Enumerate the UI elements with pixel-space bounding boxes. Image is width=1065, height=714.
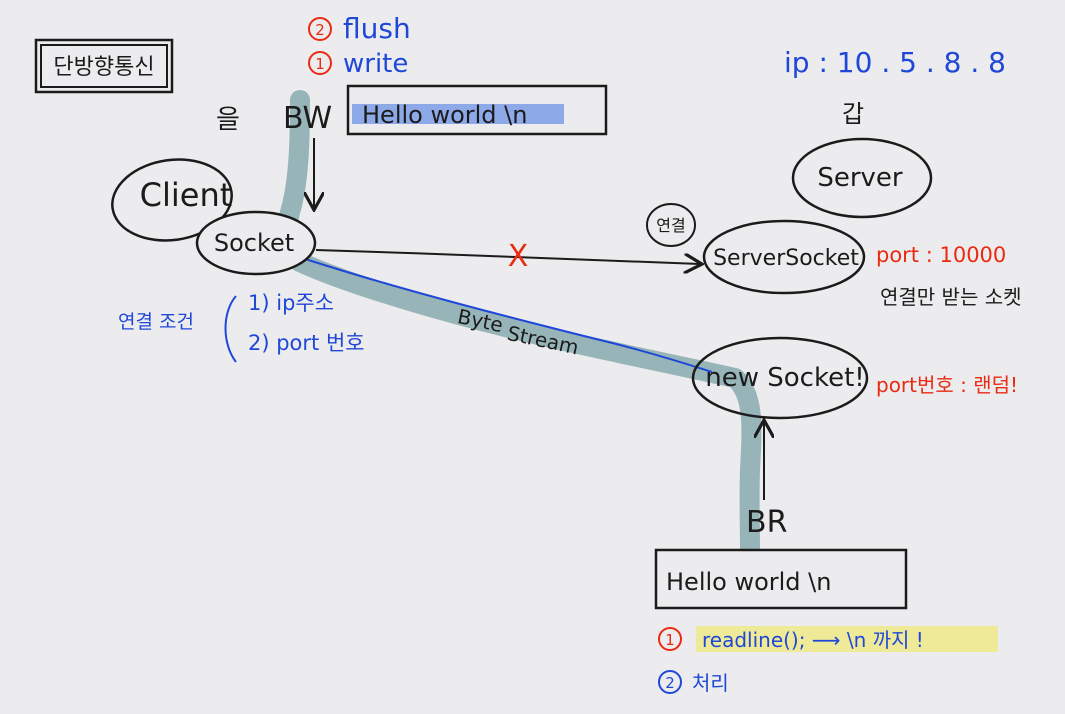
title-text: 단방향통신: [53, 55, 154, 80]
step-flush-num: 2: [315, 21, 325, 39]
title-box: 단방향통신: [34, 38, 174, 94]
step-flush-text: flush: [343, 12, 411, 45]
server-port: port : 10000: [876, 243, 1006, 267]
whiteboard-diagram: 단방향통신 2 flush 1 write 을 BW Hello world \…: [34, 12, 1022, 695]
client-label: Client: [140, 176, 233, 214]
cross-mark: X: [508, 239, 529, 274]
step-process-text: 처리: [692, 671, 729, 695]
step-readline-text: readline(); ⟶ \n 까지 !: [702, 628, 924, 652]
step-write-text: write: [343, 49, 408, 79]
particle-label: 을: [216, 105, 240, 135]
new-socket-label: new Socket!: [705, 363, 864, 393]
conditions-label: 연결 조건: [118, 311, 194, 333]
server-node: Server: [791, 137, 933, 219]
stream-label-byte: Byte: [456, 304, 506, 337]
serversocket-label: ServerSocket: [713, 246, 859, 271]
bw-label: BW: [283, 101, 332, 136]
write-buffer-text: Hello world \n: [362, 101, 527, 129]
socket-node: Socket: [195, 210, 317, 276]
server-suffix: 갑: [842, 100, 864, 128]
connect-node: 연결: [646, 203, 696, 247]
bottom-steps: 1 readline(); ⟶ \n 까지 ! 2 처리: [658, 626, 998, 695]
byte-stream-label: Byte Stream: [456, 304, 581, 359]
write-buffer-box: Hello world \n: [346, 84, 608, 136]
serversocket-node: ServerSocket: [702, 219, 866, 295]
connection-conditions: 연결 조건 1) ip주소 2) port 번호: [118, 291, 365, 363]
new-socket-node: new Socket!: [691, 336, 869, 420]
condition-port: 2) port 번호: [248, 331, 365, 355]
connect-label: 연결: [656, 216, 685, 235]
server-label: Server: [817, 163, 903, 193]
read-buffer-text: Hello world \n: [666, 568, 831, 596]
socket-label: Socket: [214, 229, 294, 257]
serversocket-note: 연결만 받는 소켓: [880, 285, 1022, 309]
br-label: BR: [746, 505, 787, 540]
read-buffer-box: Hello world \n: [654, 548, 908, 610]
condition-ip: 1) ip주소: [248, 291, 334, 315]
new-socket-port: port번호 : 랜덤!: [876, 373, 1018, 397]
step-write-num: 1: [315, 55, 325, 73]
server-ip: ip : 10 . 5 . 8 . 8: [784, 46, 1006, 79]
top-steps: 2 flush 1 write: [308, 12, 411, 79]
step-readline-num: 1: [665, 631, 675, 649]
step-process-num: 2: [665, 674, 675, 692]
